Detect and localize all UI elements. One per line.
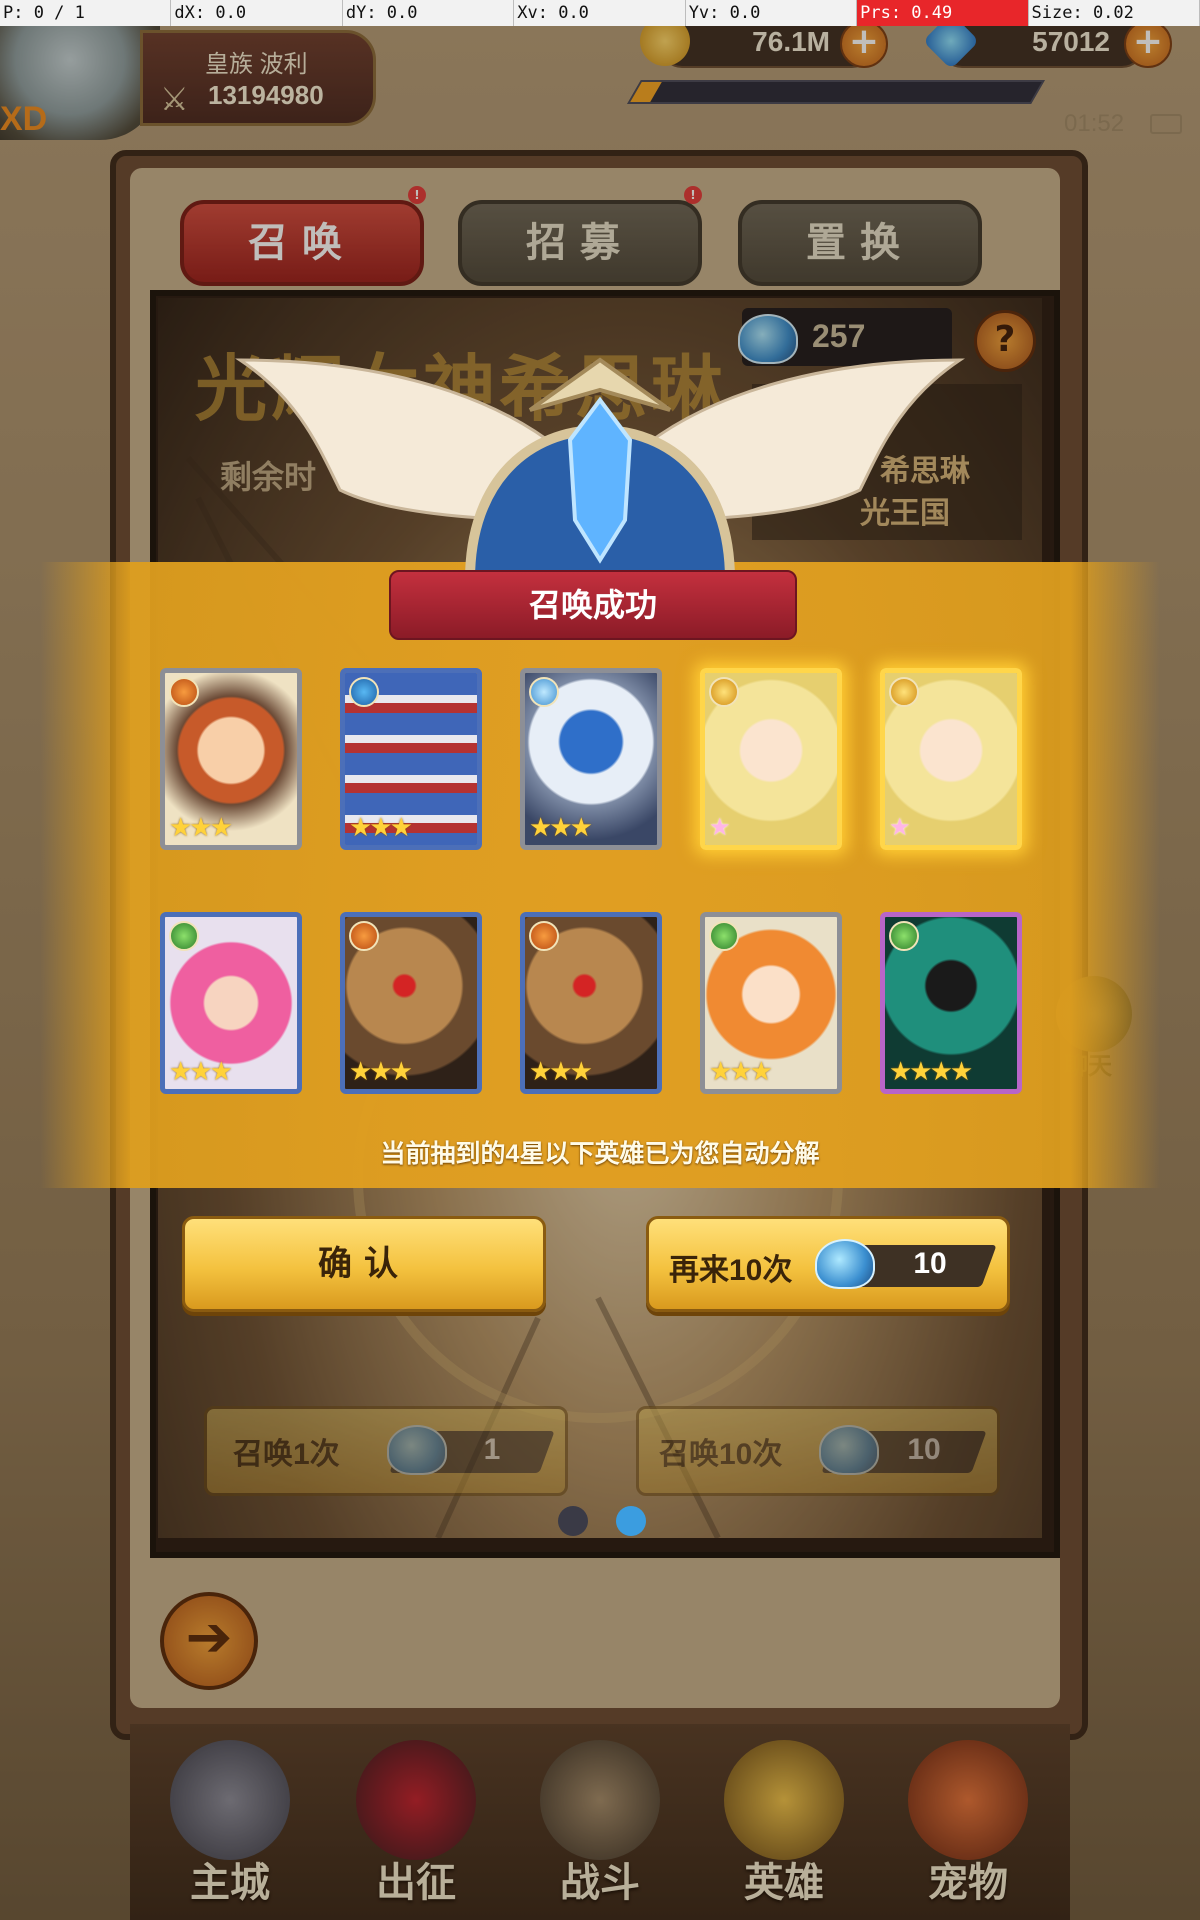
confirm-label: 确认: [318, 1245, 410, 1283]
auto-decompose-note: 当前抽到的4星以下英雄已为您自动分解: [380, 1140, 820, 1168]
star-rating: ★★★: [169, 813, 233, 843]
light-element-icon: [889, 677, 919, 707]
touch-size: Size: 0.02: [1029, 0, 1200, 26]
pointer-debug-bar: P: 0 / 1 dX: 0.0 dY: 0.0 Xv: 0.0 Yv: 0.0…: [0, 0, 1200, 26]
star-rating: ★: [889, 813, 911, 841]
fire-element-icon: [529, 921, 559, 951]
water-element-icon: [349, 677, 379, 707]
fire-element-icon: [349, 921, 379, 951]
wood-element-icon: [169, 921, 199, 951]
velocity-x: Xv: 0.0: [514, 0, 686, 26]
delta-y: dY: 0.0: [343, 0, 515, 26]
hero-card[interactable]: ★★★: [160, 668, 302, 850]
hero-card[interactable]: ★: [700, 668, 842, 850]
fire-element-icon: [169, 677, 199, 707]
velocity-y: Yv: 0.0: [686, 0, 858, 26]
summon-again-cost: 10: [913, 1247, 947, 1280]
hero-card[interactable]: ★★★: [340, 912, 482, 1094]
hero-card[interactable]: ★★★: [700, 912, 842, 1094]
pressure: Prs: 0.49: [857, 0, 1029, 26]
star-rating: ★★★★: [889, 1057, 973, 1087]
hero-card[interactable]: ★★★: [520, 668, 662, 850]
summon-ticket-icon: [815, 1239, 875, 1289]
wood-element-icon: [889, 921, 919, 951]
star-rating: ★: [709, 813, 731, 841]
hero-card[interactable]: ★★★: [520, 912, 662, 1094]
star-rating: ★★★: [529, 1057, 593, 1087]
hero-card[interactable]: ★★★: [160, 912, 302, 1094]
hero-card[interactable]: ★★★★: [880, 912, 1022, 1094]
summon-emblem: [235, 357, 965, 580]
page-dot: [558, 1506, 588, 1536]
star-rating: ★★★: [709, 1057, 773, 1087]
page-dot-active: [616, 1506, 646, 1536]
ice-element-icon: [529, 677, 559, 707]
light-element-icon: [709, 677, 739, 707]
delta-x: dX: 0.0: [171, 0, 343, 26]
confirm-button[interactable]: 确认: [182, 1216, 546, 1312]
summon-result-title: 召唤成功: [389, 570, 797, 640]
star-rating: ★★★: [169, 1057, 233, 1087]
hero-card[interactable]: ★★★: [340, 668, 482, 850]
summon-again-label: 再来10次: [669, 1254, 793, 1287]
wood-element-icon: [709, 921, 739, 951]
star-rating: ★★★: [349, 813, 413, 843]
pointer-count: P: 0 / 1: [0, 0, 172, 26]
star-rating: ★★★: [529, 813, 593, 843]
hero-card[interactable]: ★: [880, 668, 1022, 850]
summon-result-panel: [40, 562, 1160, 1188]
summon-again-button[interactable]: 再来10次 10: [646, 1216, 1010, 1312]
star-rating: ★★★: [349, 1057, 413, 1087]
